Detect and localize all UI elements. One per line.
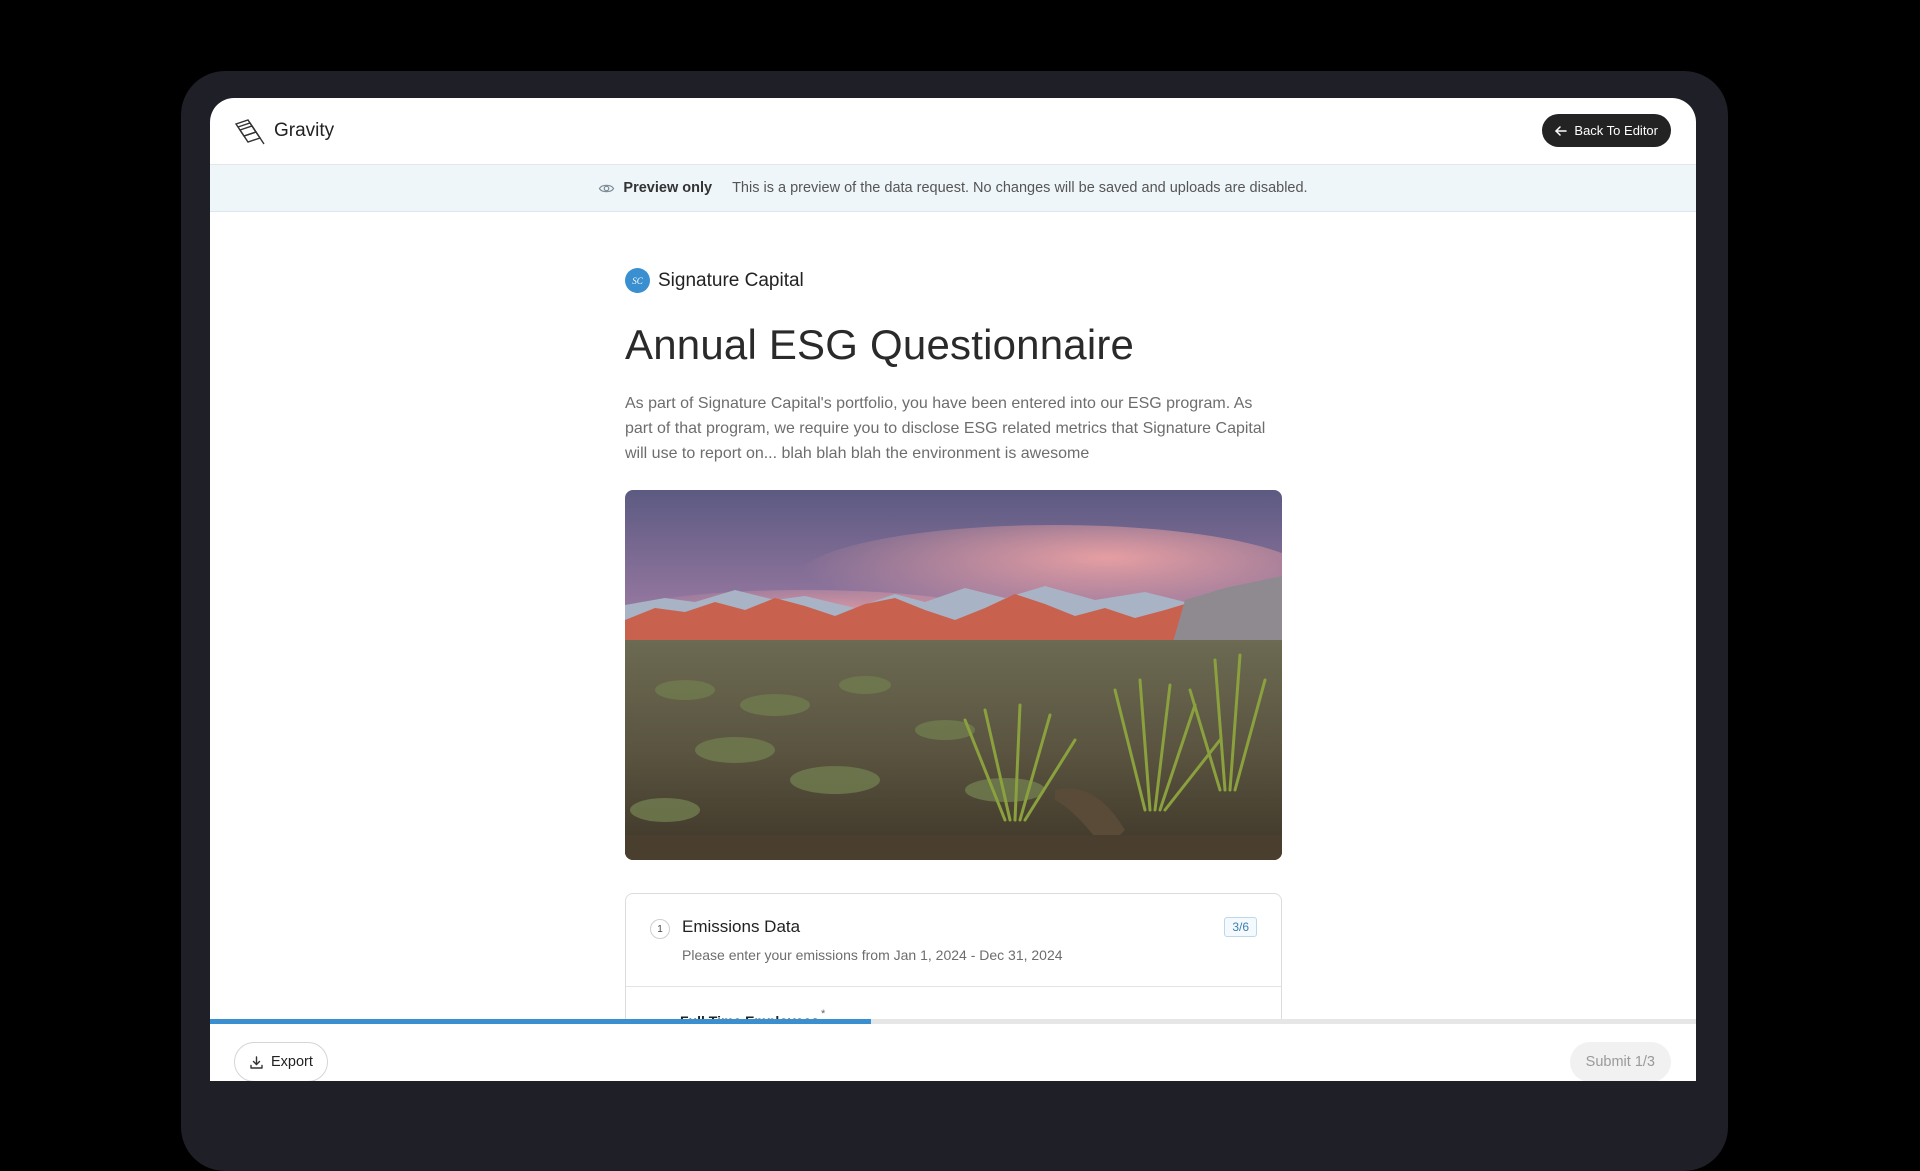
org-avatar: SC xyxy=(625,268,650,293)
export-label: Export xyxy=(271,1054,313,1070)
app-window: Gravity Back To Editor Preview only This… xyxy=(210,98,1696,1081)
top-bar: Gravity Back To Editor xyxy=(210,98,1696,165)
bottom-bar: Export Submit 1/3 xyxy=(210,1024,1696,1081)
section-progress-badge: 3/6 xyxy=(1224,917,1257,937)
hero-image-desert-landscape xyxy=(625,490,1282,860)
org-name: Signature Capital xyxy=(658,269,804,291)
page-title: Annual ESG Questionnaire xyxy=(625,321,1135,368)
preview-tag-label: Preview only xyxy=(623,180,713,196)
section-number: 1 xyxy=(650,919,670,939)
request-content: SC Signature Capital Annual ESG Question… xyxy=(625,268,1282,1053)
brand-name: Gravity xyxy=(274,120,335,141)
back-to-editor-button[interactable]: Back To Editor xyxy=(1542,114,1671,147)
gravity-logo-icon xyxy=(234,119,265,145)
section-title: Emissions Data xyxy=(682,917,801,936)
brand[interactable]: Gravity xyxy=(234,116,334,146)
arrow-left-icon xyxy=(1555,125,1568,136)
organization: SC Signature Capital xyxy=(625,268,1282,293)
preview-banner: Preview only This is a preview of the da… xyxy=(210,165,1696,212)
download-icon xyxy=(250,1055,263,1069)
section-header[interactable]: 1 Emissions Data Please enter your emiss… xyxy=(626,894,1281,987)
preview-tag: Preview only xyxy=(598,180,712,197)
submit-button[interactable]: Submit 1/3 xyxy=(1569,1042,1671,1081)
back-to-editor-label: Back To Editor xyxy=(1574,123,1658,138)
section-subtitle: Please enter your emissions from Jan 1, … xyxy=(682,947,1063,963)
export-button[interactable]: Export xyxy=(234,1042,328,1081)
page-description: As part of Signature Capital's portfolio… xyxy=(625,395,1266,462)
eye-icon xyxy=(599,184,615,192)
preview-message: This is a preview of the data request. N… xyxy=(732,180,1308,196)
